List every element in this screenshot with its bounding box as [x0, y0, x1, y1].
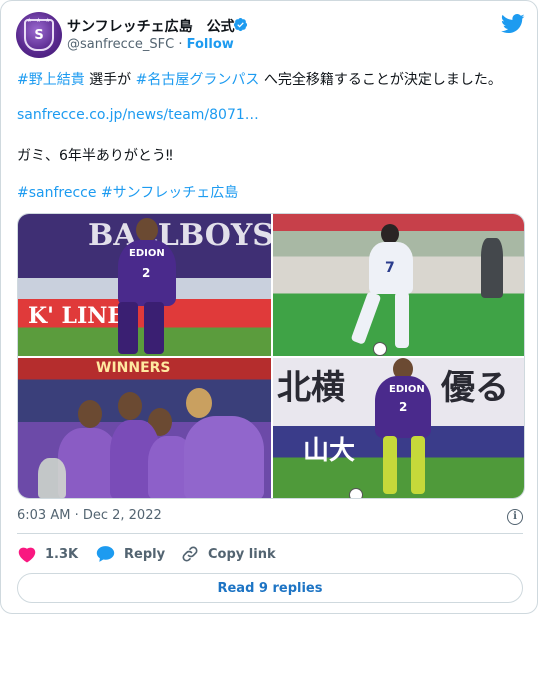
avatar-stars: ★ ★ ★: [26, 17, 52, 24]
tweet-line-1: #野上結貴 選手が #名古屋グランパス へ完全移籍することが決定しました。: [17, 69, 502, 89]
player-leg-left: [350, 291, 382, 345]
player-head: [186, 388, 212, 418]
ball-icon: [373, 342, 387, 356]
photo1-banner: BALLBOYS: [88, 218, 271, 253]
photo4-sign-left: 北横: [277, 368, 345, 408]
separator-dot: ·: [178, 37, 183, 52]
photo-4[interactable]: 北横 優る 山大 EDION 2: [273, 358, 524, 498]
photo3-banner: WINNERS: [96, 360, 171, 376]
tweet-text-1: 選手が: [84, 72, 136, 88]
hashtag-grampus[interactable]: #名古屋グランパス: [136, 72, 260, 88]
copy-link-button[interactable]: Copy link: [181, 544, 276, 564]
reply-button[interactable]: Reply: [96, 544, 165, 564]
link-icon: [182, 546, 198, 562]
tweet-text-2: へ完全移籍することが決定しました。: [259, 72, 502, 88]
like-count: 1.3K: [45, 546, 79, 562]
avatar[interactable]: ★ ★ ★ S: [16, 12, 62, 58]
photo2-shirt-number: 7: [385, 260, 395, 276]
twitter-bird-icon[interactable]: [501, 14, 525, 34]
ball-icon: [349, 488, 363, 498]
info-icon[interactable]: i: [507, 509, 523, 525]
author-name[interactable]: サンフレッチェ広島 公式: [67, 16, 235, 36]
news-link[interactable]: sanfrecce.co.jp/news/team/8071…: [17, 107, 259, 123]
trophy-icon: [38, 458, 66, 498]
photo1-shirt-sponsor: EDION: [129, 248, 165, 259]
copy-link-label: Copy link: [208, 546, 276, 562]
author-handle[interactable]: @sanfrecce_SFC: [67, 37, 174, 52]
player-leg-right: [395, 292, 409, 348]
tweet-card: ★ ★ ★ S サンフレッチェ広島 公式 @sanfrecce_SFC · Fo…: [0, 0, 538, 614]
referee: [481, 238, 503, 298]
player-leg-left: [383, 436, 397, 494]
player-head: [118, 392, 142, 420]
hashtag-sanfrecce[interactable]: #sanfrecce: [17, 185, 96, 201]
player-head: [381, 224, 399, 244]
follow-button[interactable]: Follow: [187, 37, 234, 52]
media-grid: BALLBOYS K' LINE EDION 2 7 WINNERS 北横 優る…: [17, 213, 525, 499]
verified-badge-icon: [233, 17, 248, 32]
like-button[interactable]: 1.3K: [18, 544, 78, 564]
tweet-line-3: ガミ、6年半ありがとう‼: [17, 148, 173, 164]
read-replies-button[interactable]: Read 9 replies: [17, 573, 523, 603]
reply-bubble-icon: [96, 546, 115, 562]
photo-2[interactable]: 7: [273, 214, 524, 356]
divider: [17, 533, 523, 534]
player-leg-right: [144, 302, 164, 354]
photo1-board: K' LINE: [28, 303, 125, 329]
heart-icon: [18, 547, 36, 562]
player-body: [184, 416, 264, 498]
player-head: [78, 400, 102, 428]
player-leg-left: [118, 302, 138, 354]
reply-label: Reply: [124, 546, 166, 562]
photo4-board: 山大: [303, 436, 356, 466]
photo4-shirt-number: 2: [399, 400, 408, 414]
timestamp[interactable]: 6:03 AM · Dec 2, 2022: [17, 508, 162, 523]
author-handle-row: @sanfrecce_SFC · Follow: [67, 37, 234, 52]
player-body: [58, 428, 118, 498]
hashtag-sanfrecce-jp[interactable]: #サンフレッチェ広島: [101, 185, 238, 201]
photo-1[interactable]: BALLBOYS K' LINE EDION 2: [18, 214, 271, 356]
hashtag-row: #sanfrecce #サンフレッチェ広島: [17, 182, 238, 202]
photo1-shirt-number: 2: [142, 266, 151, 280]
photo4-shirt-sponsor: EDION: [389, 384, 425, 395]
player-leg-right: [411, 436, 425, 494]
hashtag-nogami[interactable]: #野上結貴: [17, 72, 85, 88]
player-head: [136, 218, 158, 242]
photo-3[interactable]: WINNERS: [18, 358, 271, 498]
photo4-sign-right: 優る: [441, 368, 509, 408]
